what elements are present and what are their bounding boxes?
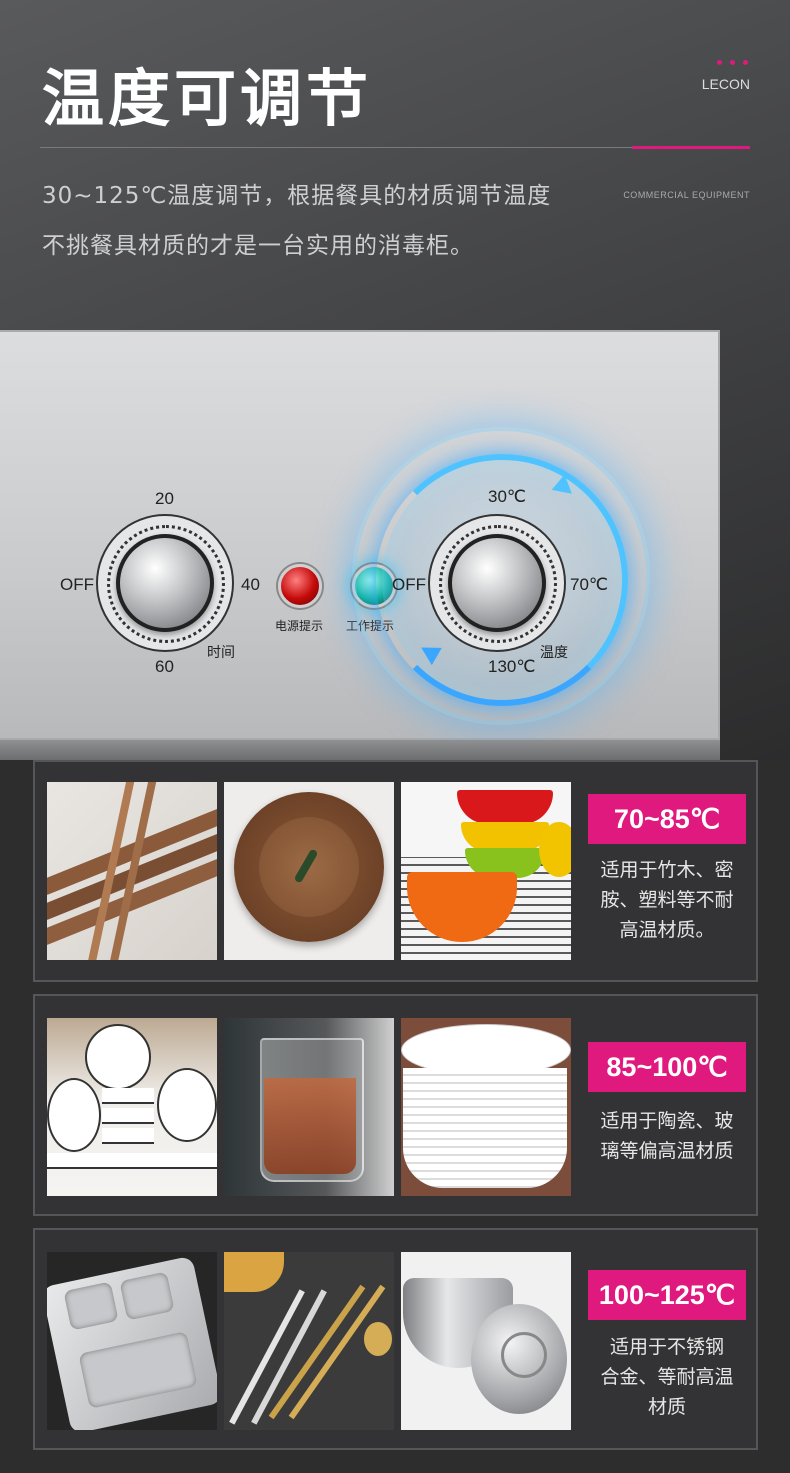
panel-base: [0, 740, 720, 760]
temperature-knob[interactable]: [448, 534, 546, 632]
photo-chopsticks: [47, 782, 217, 960]
brand-logo: LECON: [701, 76, 750, 92]
timer-knob[interactable]: [116, 534, 214, 632]
temp-range-badge-2: 85~100℃: [588, 1042, 746, 1092]
photo-ceramic-bowls: [47, 1018, 217, 1196]
timer-label-bottom: 60: [155, 657, 174, 676]
photo-cutlery: [224, 1252, 394, 1430]
photo-steel-bowls: [401, 1252, 571, 1430]
power-indicator-light: [278, 564, 322, 608]
material-desc-1: 适用于竹木、密 胺、塑料等不耐 高温材质。: [600, 859, 734, 941]
photo-plate-stack: [401, 1018, 571, 1196]
control-panel: 20 40 60 OFF 时间 电源提示 工作提示 30℃ 70℃ 130℃ O…: [0, 330, 720, 740]
timer-dial[interactable]: [96, 514, 234, 652]
material-desc-2: 适用于陶瓷、玻 璃等偏高温材质: [600, 1110, 734, 1162]
photo-glass-cup: [224, 1018, 394, 1196]
photo-wooden-plates: [224, 782, 394, 960]
timer-label-top: 20: [155, 489, 174, 508]
temp-label-left: OFF: [392, 575, 426, 594]
temp-caption: 温度: [540, 645, 568, 661]
timer-label-left: OFF: [60, 575, 94, 594]
temperature-dial[interactable]: [428, 514, 566, 652]
timer-label-right: 40: [241, 575, 260, 594]
photo-plastic-bowls: [401, 782, 571, 960]
power-light-label: 电源提示: [275, 619, 324, 633]
temp-range-badge-1: 70~85℃: [588, 794, 746, 844]
temp-label-bottom: 130℃: [488, 657, 536, 676]
subtitle-line-2: 不挑餐具材质的才是一台实用的消毒柜。: [42, 233, 474, 259]
material-section-3: 100~125℃ 适用于不锈钢 合金、等耐高温 材质: [33, 1228, 758, 1450]
subtitle-line-1: 30~125℃温度调节，根据餐具的材质调节温度: [42, 183, 552, 209]
timer-caption: 时间: [207, 645, 235, 661]
temp-label-top: 30℃: [488, 487, 527, 506]
temp-range-badge-3: 100~125℃: [588, 1270, 746, 1320]
material-section-2: 85~100℃ 适用于陶瓷、玻 璃等偏高温材质: [33, 994, 758, 1216]
photo-steel-tray: [47, 1252, 217, 1430]
temp-label-right: 70℃: [570, 575, 609, 594]
page-title: 温度可调节: [42, 62, 373, 135]
material-section-1: 70~85℃ 适用于竹木、密 胺、塑料等不耐 高温材质。: [33, 760, 758, 982]
header-divider-accent: [632, 146, 750, 149]
brand-dots: [717, 60, 748, 65]
tagline: COMMERCIAL EQUIPMENT: [623, 190, 750, 200]
material-desc-3: 适用于不锈钢 合金、等耐高温 材质: [600, 1336, 734, 1418]
